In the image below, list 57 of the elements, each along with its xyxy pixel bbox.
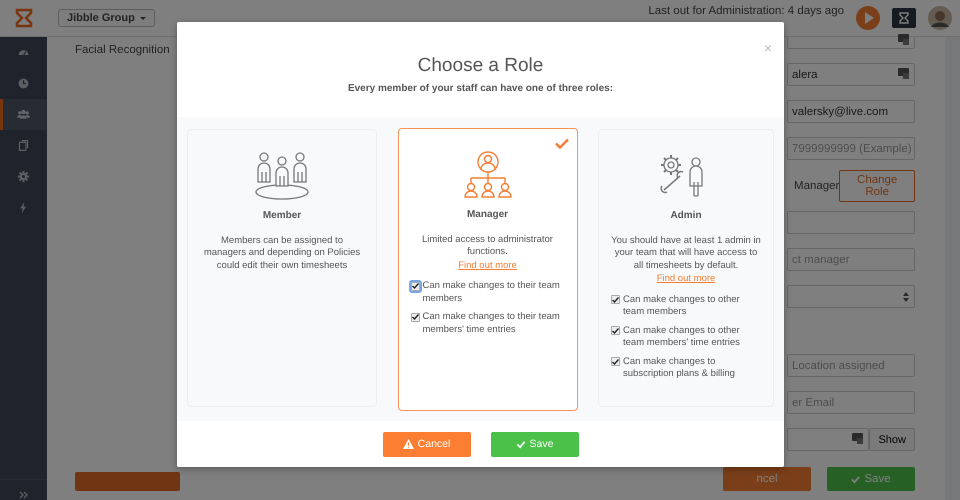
workspace-dropdown[interactable]: Jibble Group bbox=[58, 9, 155, 27]
role-card[interactable] bbox=[598, 129, 774, 407]
caret-icon bbox=[140, 16, 146, 20]
avatar[interactable] bbox=[928, 6, 952, 30]
role-description: You should have at least 1 admin in your team that will have access to all timesheets by default. bbox=[611, 234, 761, 272]
gear-icon bbox=[17, 170, 30, 183]
role-value: Manager bbox=[794, 180, 840, 192]
permission-label: Can make changes to their team members' time entries bbox=[422, 311, 560, 336]
role-name: Member bbox=[262, 210, 302, 222]
checkbox[interactable] bbox=[410, 312, 420, 322]
cancel-button[interactable]: ncel bbox=[723, 467, 811, 491]
logo-icon bbox=[14, 8, 34, 28]
show-button[interactable]: Show bbox=[869, 428, 915, 451]
role-name: Admin bbox=[670, 210, 702, 222]
sort-arrows-icon bbox=[903, 292, 909, 302]
last-out-status: Last out for Administration: 4 days ago bbox=[648, 5, 844, 17]
permission-label: Can make changes to subscription plans & billing bbox=[623, 356, 736, 380]
checkmark-icon bbox=[554, 138, 568, 149]
input-field[interactable] bbox=[787, 37, 915, 49]
input-field[interactable] bbox=[787, 211, 915, 234]
section-label: Facial Recognition bbox=[75, 44, 171, 56]
permission-label: Can make changes to other team members' time entries bbox=[623, 324, 741, 350]
warning-icon bbox=[402, 439, 414, 449]
password-field[interactable] bbox=[787, 428, 870, 451]
select-field[interactable] bbox=[787, 285, 915, 308]
expand-icon[interactable] bbox=[18, 490, 28, 500]
copy-icon bbox=[17, 139, 30, 152]
permission-label: Can make changes to their team members bbox=[422, 280, 560, 305]
permission-label: Can make changes to other team members bbox=[623, 294, 741, 318]
people-icon bbox=[17, 108, 30, 121]
role-description: Members can be assigned to managers and depending on Policies could edit their own timesheets bbox=[202, 234, 362, 272]
hourglass-icon bbox=[898, 12, 910, 24]
close-button[interactable]: × bbox=[762, 40, 774, 56]
play-button[interactable] bbox=[856, 6, 880, 30]
role-name: Manager bbox=[466, 209, 508, 222]
find-out-more-link[interactable]: Find out more bbox=[656, 273, 716, 286]
role-card[interactable]: Manager Limited access to administrator functions. Find out more Can make changes to their team members Can make changes to their team members' time entries bbox=[398, 128, 578, 411]
role-description: Limited access to administrator functions. bbox=[421, 234, 554, 258]
checkbox[interactable] bbox=[611, 295, 620, 304]
input-field[interactable]: valersky@live.com bbox=[787, 100, 915, 123]
check-icon bbox=[851, 474, 860, 484]
clock-icon bbox=[17, 77, 30, 90]
check-icon bbox=[516, 440, 526, 448]
checkbox[interactable] bbox=[611, 357, 620, 366]
change-role-button[interactable]: Change Role bbox=[839, 170, 915, 202]
cancel-button[interactable]: Cancel bbox=[382, 432, 470, 456]
input-field[interactable]: alera bbox=[787, 63, 915, 86]
dialog-title: Choose a Role bbox=[418, 55, 544, 77]
role-card[interactable]: Member Members can be assigned to managers and depending on Policies could edit their own timesheets bbox=[187, 129, 377, 407]
checkbox[interactable] bbox=[410, 282, 420, 290]
save-button[interactable]: Save bbox=[490, 432, 578, 456]
sidebar-item[interactable] bbox=[0, 99, 47, 130]
find-out-more-link[interactable]: Find out more bbox=[458, 260, 517, 272]
dialog-subtitle: Every member of your staff can have one of three roles: bbox=[348, 83, 614, 94]
timer-button[interactable] bbox=[892, 8, 916, 28]
save-button[interactable]: Save bbox=[827, 467, 915, 491]
checkbox[interactable] bbox=[611, 326, 620, 335]
